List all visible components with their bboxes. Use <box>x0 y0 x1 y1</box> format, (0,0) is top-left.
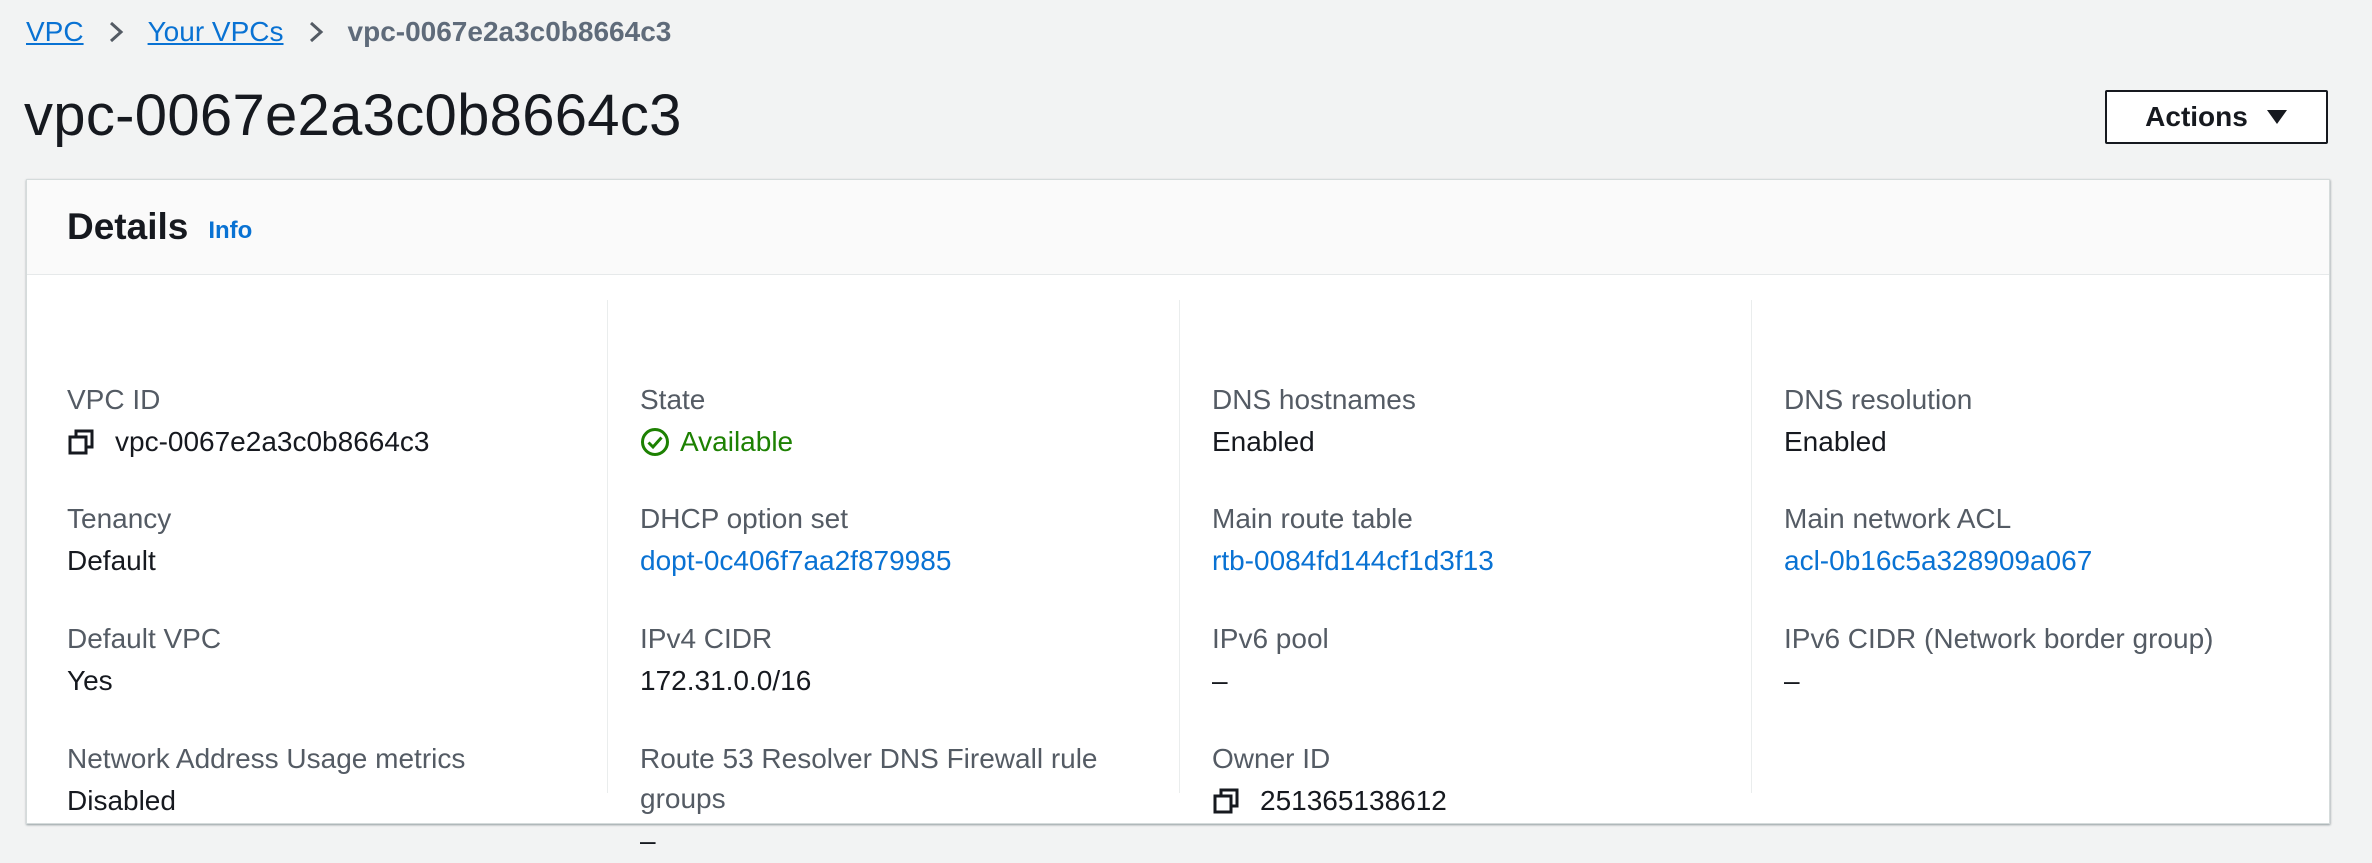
field-label: DNS hostnames <box>1212 384 1416 415</box>
page-title: vpc-0067e2a3c0b8664c3 <box>24 83 682 148</box>
breadcrumb: VPC Your VPCs vpc-0067e2a3c0b8664c3 <box>26 14 671 50</box>
field-default-vpc: Default VPC Yes <box>67 619 607 703</box>
field-dns-hostnames: DNS hostnames Enabled <box>1212 380 1752 464</box>
details-header: Details Info <box>27 180 2329 275</box>
details-title: Details <box>67 206 189 247</box>
field-owner-id: Owner ID 251365138612 <box>1212 739 1752 823</box>
owner-id-value-row: 251365138612 <box>1212 779 1752 823</box>
field-dhcp: DHCP option set dopt-0c406f7aa2f879985 <box>640 499 1180 583</box>
breadcrumb-current: vpc-0067e2a3c0b8664c3 <box>347 16 672 47</box>
field-label-continued: groups <box>640 783 726 814</box>
ipv6-cidr-value: – <box>1784 665 1800 696</box>
ipv6-pool-value: – <box>1212 665 1228 696</box>
copy-icon[interactable] <box>67 428 95 456</box>
default-vpc-value: Yes <box>67 665 113 696</box>
caret-down-icon <box>2266 110 2287 124</box>
field-label: State <box>640 384 706 415</box>
chevron-right-icon <box>109 21 123 43</box>
field-state: State Available <box>640 380 1180 464</box>
field-label: Route 53 Resolver DNS Firewall rule <box>640 743 1098 774</box>
field-main-network-acl: Main network ACL acl-0b16c5a328909a067 <box>1784 499 2324 583</box>
state-value-row: Available <box>640 420 1180 464</box>
field-ipv6-pool: IPv6 pool – <box>1212 619 1752 703</box>
field-label: VPC ID <box>67 384 161 415</box>
field-label: DHCP option set <box>640 503 849 534</box>
field-vpc-id: VPC ID vpc-0067e2a3c0b8664c3 <box>67 380 607 464</box>
copy-icon[interactable] <box>1212 787 1240 815</box>
nau-metrics-value: Disabled <box>67 785 176 816</box>
field-tenancy: Tenancy Default <box>67 499 607 583</box>
field-label: IPv4 CIDR <box>640 623 773 654</box>
field-ipv6-cidr: IPv6 CIDR (Network border group) – <box>1784 619 2324 703</box>
breadcrumb-vpc-link[interactable]: VPC <box>26 14 84 50</box>
column-divider <box>1751 300 1752 793</box>
field-label: IPv6 pool <box>1212 623 1329 654</box>
breadcrumb-your-vpcs-link[interactable]: Your VPCs <box>148 14 284 50</box>
field-label: Tenancy <box>67 503 172 534</box>
vpc-id-value: vpc-0067e2a3c0b8664c3 <box>115 426 430 457</box>
dns-resolution-value: Enabled <box>1784 426 1887 457</box>
dns-hostnames-value: Enabled <box>1212 426 1315 457</box>
field-label: Owner ID <box>1212 743 1331 774</box>
state-value: Available <box>680 426 794 457</box>
field-main-route-table: Main route table rtb-0084fd144cf1d3f13 <box>1212 499 1752 583</box>
field-label: Main network ACL <box>1784 503 2012 534</box>
main-route-table-link[interactable]: rtb-0084fd144cf1d3f13 <box>1212 539 1752 583</box>
field-label: Network Address Usage metrics <box>67 743 466 774</box>
column-divider <box>1179 300 1180 793</box>
field-label: Default VPC <box>67 623 222 654</box>
field-r53-firewall: Route 53 Resolver DNS Firewall rule grou… <box>640 739 1180 863</box>
field-label: Main route table <box>1212 503 1413 534</box>
field-label: DNS resolution <box>1784 384 1973 415</box>
chevron-right-icon <box>309 21 323 43</box>
main-network-acl-link[interactable]: acl-0b16c5a328909a067 <box>1784 539 2324 583</box>
dhcp-option-set-link[interactable]: dopt-0c406f7aa2f879985 <box>640 539 1180 583</box>
ipv4-cidr-value: 172.31.0.0/16 <box>640 665 812 696</box>
details-grid: VPC ID vpc-0067e2a3c0b8664c3 Tenancy Def… <box>27 275 2329 856</box>
actions-button-label: Actions <box>2145 101 2248 132</box>
owner-id-value: 251365138612 <box>1260 785 1447 816</box>
field-ipv4-cidr: IPv4 CIDR 172.31.0.0/16 <box>640 619 1180 703</box>
field-value-row: vpc-0067e2a3c0b8664c3 <box>67 420 607 464</box>
tenancy-value: Default <box>67 545 156 576</box>
column-divider <box>607 300 608 793</box>
details-panel: Details Info VPC ID vpc-0067e2a3c0b8664c… <box>26 179 2330 856</box>
info-link[interactable]: Info <box>208 217 252 245</box>
r53-firewall-value: – <box>640 825 656 856</box>
field-dns-resolution: DNS resolution Enabled <box>1784 380 2324 464</box>
actions-button[interactable]: Actions <box>2105 90 2328 144</box>
field-label: IPv6 CIDR (Network border group) <box>1784 623 2214 654</box>
field-nau-metrics: Network Address Usage metrics Disabled <box>67 739 607 823</box>
status-check-icon <box>641 428 669 456</box>
